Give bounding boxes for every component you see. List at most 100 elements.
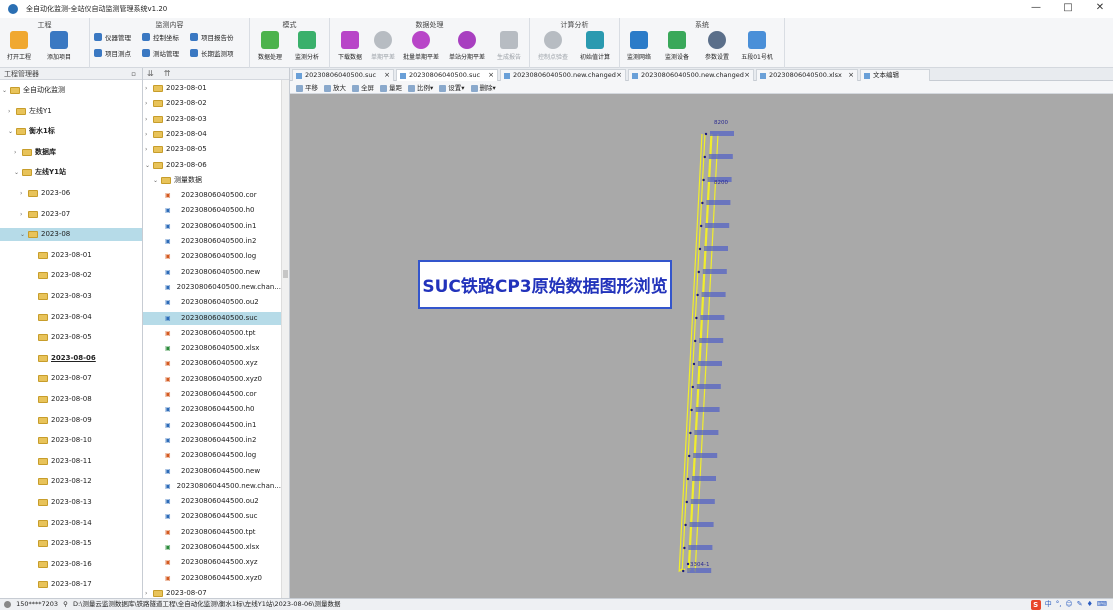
file-item[interactable]: ▣ 20230806040500.in1 bbox=[143, 220, 281, 233]
tree-item[interactable]: 2023-08-08 bbox=[0, 393, 142, 406]
file-item[interactable]: ▣ 20230806044500.in1 bbox=[143, 419, 281, 432]
monitor-network-button[interactable]: 监测网络 bbox=[624, 31, 654, 61]
file-item[interactable]: ▣ 20230806040500.in2 bbox=[143, 235, 281, 248]
file-item[interactable]: ▣ 20230806044500.xyz bbox=[143, 556, 281, 569]
tree-item[interactable]: › 2023-06 bbox=[0, 187, 142, 200]
tab-close-icon[interactable]: × bbox=[616, 70, 622, 81]
file-item[interactable]: ▣ 20230806044500.new bbox=[143, 465, 281, 478]
expand-arrow-icon[interactable]: › bbox=[145, 143, 153, 156]
expand-arrow-icon[interactable]: ⌄ bbox=[8, 125, 16, 138]
folder-item[interactable]: › 2023-08-03 bbox=[143, 113, 281, 126]
file-tree-scrollbar[interactable] bbox=[281, 80, 289, 598]
document-tab[interactable]: 20230806040500.xlsx × bbox=[756, 69, 858, 81]
tree-item[interactable]: 2023-08-16 bbox=[0, 558, 142, 571]
close-button[interactable]: ✕ bbox=[1093, 2, 1107, 13]
file-item[interactable]: ▣ 20230806040500.cor bbox=[143, 189, 281, 202]
single-adjust-button[interactable]: 单期平差 bbox=[368, 31, 398, 61]
generate-report-button[interactable]: 生成报告 bbox=[494, 31, 524, 61]
file-item[interactable]: ▣ 20230806044500.in2 bbox=[143, 434, 281, 447]
tree-item[interactable]: › 数据库 bbox=[0, 146, 142, 159]
open-project-button[interactable]: 打开工程 bbox=[4, 31, 34, 61]
tree-item[interactable]: 2023-08-09 bbox=[0, 414, 142, 427]
file-item[interactable]: ▣ 20230806040500.new bbox=[143, 266, 281, 279]
tab-close-icon[interactable]: × bbox=[488, 70, 494, 81]
file-item[interactable]: ▣ 20230806044500.new.chan... bbox=[143, 480, 281, 493]
control-coord-button[interactable]: 控制坐标 bbox=[142, 32, 179, 42]
folder-item[interactable]: › 2023-08-04 bbox=[143, 128, 281, 141]
expand-arrow-icon[interactable]: ⌄ bbox=[153, 174, 161, 187]
folder-item[interactable]: ⌄ 测量数据 bbox=[143, 174, 281, 187]
file-item[interactable]: ▣ 20230806040500.xyz0 bbox=[143, 373, 281, 386]
graphics-canvas[interactable]: 8200 8200 3304-1 SUC铁路CP3原始数据图形浏览 bbox=[290, 94, 1113, 598]
monitor-analysis-button[interactable]: 监测分析 bbox=[292, 31, 322, 61]
file-item[interactable]: ▣ 20230806040500.xlsx bbox=[143, 342, 281, 355]
measure-button[interactable]: 量距 bbox=[380, 82, 402, 92]
monitor-device-button[interactable]: 监测设备 bbox=[662, 31, 692, 61]
data-process-mode-button[interactable]: 数据处理 bbox=[255, 31, 285, 61]
tree-item[interactable]: ⌄ 2023-08 bbox=[0, 228, 142, 242]
file-item[interactable]: ▣ 20230806044500.log bbox=[143, 449, 281, 462]
expand-all-icon[interactable]: ⇊ bbox=[147, 69, 154, 78]
tree-item[interactable]: ⌄ 左线Y1站 bbox=[0, 166, 142, 179]
file-item[interactable]: ▣ 20230806040500.xyz bbox=[143, 357, 281, 370]
expand-arrow-icon[interactable]: ⌄ bbox=[2, 84, 10, 97]
expand-arrow-icon[interactable]: › bbox=[145, 97, 153, 110]
batch-single-adjust-button[interactable]: 批量单期平差 bbox=[403, 31, 439, 61]
ime-punct[interactable]: °, bbox=[1056, 599, 1062, 610]
file-item[interactable]: ▣ 20230806044500.suc bbox=[143, 510, 281, 523]
expand-arrow-icon[interactable]: › bbox=[8, 105, 16, 118]
document-tab[interactable]: 20230806040500.new.changed × bbox=[500, 69, 626, 81]
expand-arrow-icon[interactable]: › bbox=[145, 113, 153, 126]
tree-item[interactable]: 2023-08-04 bbox=[0, 311, 142, 324]
folder-item[interactable]: ⌄ 2023-08-06 bbox=[143, 159, 281, 172]
ime-handwrite-icon[interactable]: ✎ bbox=[1077, 599, 1083, 610]
tree-item[interactable]: 2023-08-12 bbox=[0, 475, 142, 488]
tab-close-icon[interactable]: × bbox=[744, 70, 750, 81]
long-monitor-button[interactable]: 长期监测项 bbox=[190, 48, 234, 58]
tree-item[interactable]: 2023-08-05 bbox=[0, 331, 142, 344]
maximize-button[interactable]: □ bbox=[1061, 2, 1075, 13]
tree-item[interactable]: 2023-08-17 bbox=[0, 578, 142, 591]
tree-item[interactable]: › 2023-07 bbox=[0, 208, 142, 221]
file-item[interactable]: ▣ 20230806044500.ou2 bbox=[143, 495, 281, 508]
tree-item[interactable]: 2023-08-07 bbox=[0, 372, 142, 385]
ime-lang[interactable]: 中 bbox=[1045, 599, 1052, 610]
project-report-button[interactable]: 项目报告份 bbox=[190, 32, 234, 42]
file-item[interactable]: ▣ 20230806040500.log bbox=[143, 250, 281, 263]
module-button[interactable]: 五段01号机 bbox=[741, 31, 773, 61]
tree-item[interactable]: ⌄ 衡水1标 bbox=[0, 125, 142, 138]
tree-item[interactable]: › 左线Y1 bbox=[0, 105, 142, 118]
expand-arrow-icon[interactable]: › bbox=[20, 187, 28, 200]
file-item[interactable]: ▣ 20230806044500.h0 bbox=[143, 403, 281, 416]
station-manage-button[interactable]: 测站管理 bbox=[142, 48, 179, 58]
document-tab[interactable]: 20230806040500.new.changed × bbox=[628, 69, 754, 81]
add-project-button[interactable]: 添加项目 bbox=[44, 31, 74, 61]
expand-arrow-icon[interactable]: › bbox=[14, 146, 22, 159]
file-item[interactable]: ▣ 20230806044500.xyz0 bbox=[143, 572, 281, 585]
tree-item[interactable]: 2023-08-01 bbox=[0, 249, 142, 262]
ime-emoji-icon[interactable]: ☺ bbox=[1065, 599, 1072, 610]
expand-arrow-icon[interactable]: › bbox=[20, 208, 28, 221]
tree-item[interactable]: 2023-08-11 bbox=[0, 455, 142, 468]
tree-item[interactable]: 2023-08-15 bbox=[0, 537, 142, 550]
tree-item[interactable]: 2023-08-03 bbox=[0, 290, 142, 303]
expand-arrow-icon[interactable]: ⌄ bbox=[20, 228, 28, 241]
init-calc-button[interactable]: 初始值计算 bbox=[580, 31, 610, 61]
zoom-in-button[interactable]: 放大 bbox=[324, 82, 346, 92]
pan-tool-button[interactable]: 平移 bbox=[296, 82, 318, 92]
sogou-ime-icon[interactable]: S bbox=[1030, 599, 1041, 610]
tree-item[interactable]: 2023-08-10 bbox=[0, 434, 142, 447]
file-item[interactable]: ▣ 20230806040500.ou2 bbox=[143, 296, 281, 309]
project-points-button[interactable]: 项目测点 bbox=[94, 48, 131, 58]
control-check-button[interactable]: 控制点验查 bbox=[538, 31, 568, 61]
folder-item[interactable]: › 2023-08-05 bbox=[143, 143, 281, 156]
tab-close-icon[interactable]: × bbox=[848, 70, 854, 81]
tree-item[interactable]: 2023-08-02 bbox=[0, 269, 142, 282]
fullscreen-button[interactable]: 全屏 bbox=[352, 82, 374, 92]
ime-keyboard-icon[interactable]: ⌨ bbox=[1097, 599, 1107, 610]
scale-dropdown[interactable]: 比例▾ bbox=[408, 82, 433, 92]
minimize-button[interactable]: — bbox=[1029, 2, 1043, 13]
file-item[interactable]: ▣ 20230806040500.suc bbox=[143, 311, 281, 325]
tree-item[interactable]: 2023-08-06 bbox=[0, 352, 142, 365]
file-item[interactable]: ▣ 20230806040500.h0 bbox=[143, 204, 281, 217]
